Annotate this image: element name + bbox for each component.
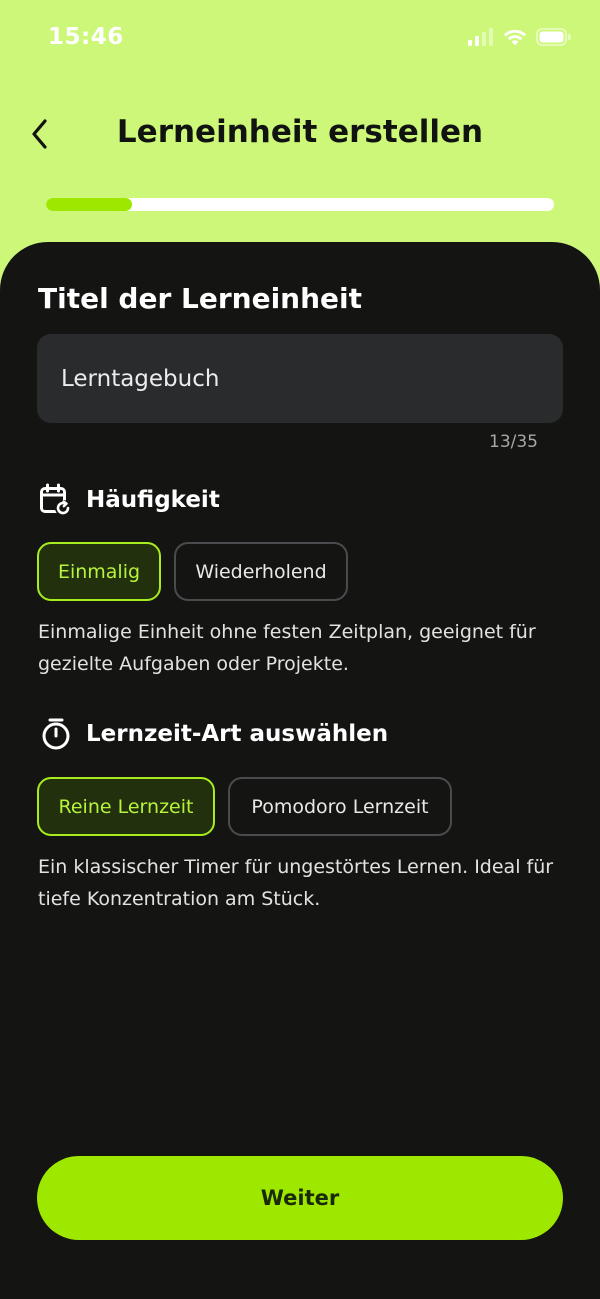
frequency-option-einmalig[interactable]: Einmalig bbox=[37, 542, 161, 601]
frequency-label: Häufigkeit bbox=[86, 487, 220, 513]
next-button[interactable]: Weiter bbox=[37, 1156, 563, 1240]
title-section-heading: Titel der Lerneinheit bbox=[38, 282, 363, 315]
frequency-option-wiederholend[interactable]: Wiederholend bbox=[174, 542, 348, 601]
title-input[interactable] bbox=[37, 334, 563, 423]
progress-bar bbox=[46, 198, 554, 211]
status-bar: 15:46 bbox=[0, 0, 600, 80]
page-title: Lerneinheit erstellen bbox=[116, 114, 484, 150]
status-icons bbox=[468, 28, 572, 46]
chip-label: Reine Lernzeit bbox=[58, 795, 194, 818]
chip-label: Pomodoro Lernzeit bbox=[251, 795, 429, 818]
header: Lerneinheit erstellen bbox=[0, 96, 600, 172]
study-time-label: Lernzeit-Art auswählen bbox=[86, 721, 389, 747]
calendar-repeat-icon bbox=[40, 483, 71, 516]
wifi-icon bbox=[504, 29, 526, 46]
study-time-description: Ein klassischer Timer für ungestörtes Le… bbox=[38, 856, 554, 910]
status-time: 15:46 bbox=[48, 24, 124, 50]
chip-label: Einmalig bbox=[57, 560, 141, 583]
battery-icon bbox=[536, 28, 571, 46]
stopwatch-icon bbox=[42, 718, 70, 750]
study-time-option-pomodoro[interactable]: Pomodoro Lernzeit bbox=[228, 777, 452, 836]
study-time-heading: Lernzeit-Art auswählen bbox=[38, 716, 388, 752]
chip-label: Wiederholend bbox=[195, 560, 327, 583]
frequency-description: Einmalige Einheit ohne festen Zeitplan, … bbox=[38, 621, 536, 675]
frequency-heading: Häufigkeit bbox=[38, 482, 220, 518]
signal-icon bbox=[468, 28, 493, 46]
study-time-option-reine-lernzeit[interactable]: Reine Lernzeit bbox=[37, 777, 215, 836]
progress-fill bbox=[46, 198, 133, 211]
character-counter: 13/35 bbox=[489, 432, 538, 452]
